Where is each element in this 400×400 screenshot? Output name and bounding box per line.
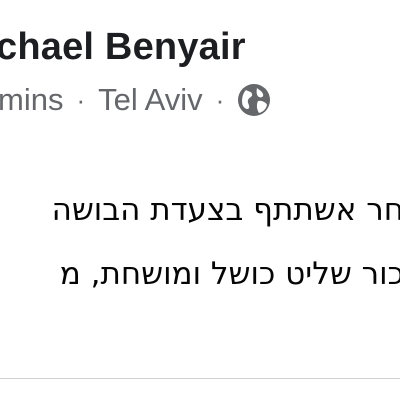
meta-separator: · — [76, 84, 86, 115]
globe-icon[interactable] — [237, 83, 271, 117]
post-text-line: כור שליט כושל ומושחת, מ — [59, 256, 400, 292]
post-meta: mins · Tel Aviv · — [0, 82, 271, 118]
post-location[interactable]: Tel Aviv — [98, 82, 203, 118]
meta-separator: · — [215, 84, 225, 115]
post-text-line: חר אשתתף בצעדת הבושה — [51, 192, 400, 228]
author-name[interactable]: chael Benyair — [0, 26, 246, 69]
divider — [0, 378, 400, 379]
post-card: chael Benyair mins · Tel Aviv · חר אשתתף… — [0, 0, 400, 400]
post-time[interactable]: mins — [0, 82, 63, 118]
